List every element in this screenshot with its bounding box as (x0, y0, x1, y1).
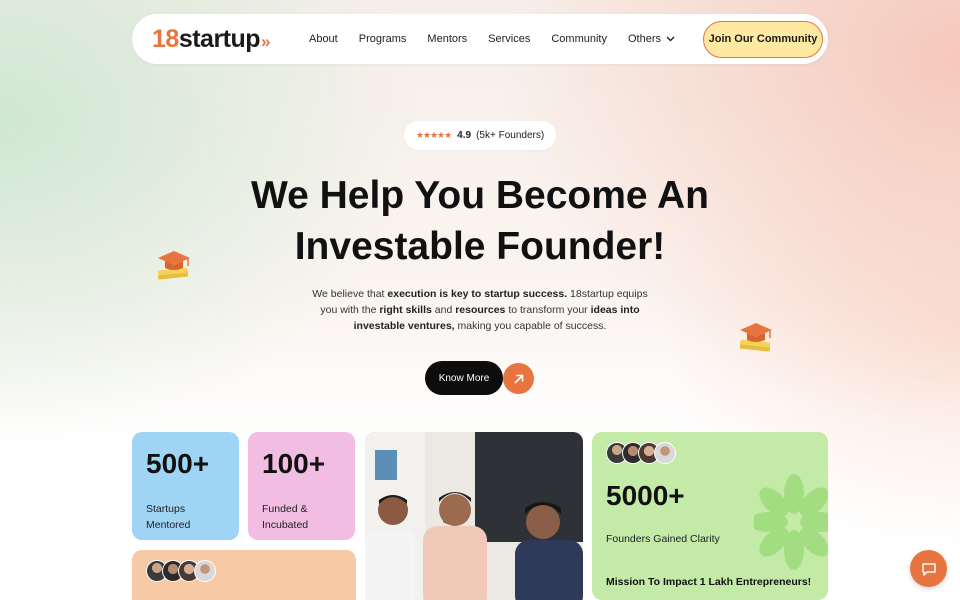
founders-value: 5000+ (606, 480, 685, 511)
graduation-cap-icon (739, 323, 772, 352)
funded-value: 100+ (262, 448, 326, 479)
desc-text: We believe that (312, 288, 388, 300)
funded-label: Funded & Incubated (262, 503, 309, 531)
star-rating-icon: ★★★★★ (415, 130, 452, 140)
avatar (654, 442, 676, 464)
nav-item-services[interactable]: Services (488, 33, 530, 45)
mission-text: Mission To Impact 1 Lakh Entrepreneurs! (606, 576, 812, 588)
chevron-down-icon (666, 36, 675, 42)
startups-card: 500+ Startups Mentored (132, 432, 239, 540)
founders-label: Founders Gained Clarity (606, 533, 720, 545)
nav-item-community[interactable]: Community (551, 33, 607, 45)
arrow-up-right-icon (514, 374, 523, 383)
hero-title-line2: Investable Founder! (294, 225, 666, 268)
nav-item-mentors[interactable]: Mentors (427, 33, 467, 45)
arrow-button[interactable] (503, 363, 534, 394)
nav-item-others-label: Others (627, 33, 661, 45)
hero-description: We believe that execution is key to star… (312, 286, 648, 334)
desc-bold: execution is key to startup success. (387, 288, 568, 300)
know-more-button[interactable]: Know More (425, 361, 503, 395)
logo[interactable]: 18 startup » (152, 24, 271, 54)
desc-bold: right skills (379, 304, 432, 316)
navbar: 18 startup » About Programs Mentors Serv… (132, 14, 828, 64)
join-community-button[interactable]: Join Our Community (703, 20, 823, 58)
nav-item-about[interactable]: About (309, 33, 338, 45)
startups-label: Startups Mentored (146, 503, 191, 531)
nav-menu: About Programs Mentors Services Communit… (288, 33, 675, 45)
desc-text: and (431, 304, 456, 316)
avatar-group (146, 560, 216, 582)
hero-title: We Help You Become An Investable Founder… (180, 170, 780, 272)
logo-word: startup (178, 24, 261, 53)
funded-card: 100+ Funded & Incubated (248, 432, 355, 540)
logo-chevron: » (261, 31, 271, 51)
rating-badge: ★★★★★ 4.9 (5k+ Founders) (404, 121, 556, 150)
desc-text: to transform your (505, 304, 591, 316)
desc-bold: resources (455, 304, 506, 316)
founders-card: 5000+ Founders Gained Clarity Mission To… (592, 432, 828, 600)
rating-score: 4.9 (457, 130, 472, 141)
chat-button[interactable] (910, 550, 947, 587)
nav-item-programs[interactable]: Programs (359, 33, 407, 45)
classroom-photo-illustration (365, 432, 583, 600)
community-card (132, 550, 356, 600)
logo-number: 18 (152, 24, 179, 53)
flower-icon (754, 474, 828, 570)
startups-value: 500+ (146, 448, 210, 479)
chat-icon (921, 562, 936, 576)
hero-title-line1: We Help You Become An (251, 174, 709, 217)
avatar-group (606, 442, 676, 464)
classroom-photo (365, 432, 583, 600)
graduation-cap-icon (157, 251, 190, 280)
nav-item-others[interactable]: Others (628, 33, 675, 45)
avatar (194, 560, 216, 582)
desc-text: making you capable of success. (454, 320, 607, 332)
rating-count: (5k+ Founders) (476, 130, 545, 141)
